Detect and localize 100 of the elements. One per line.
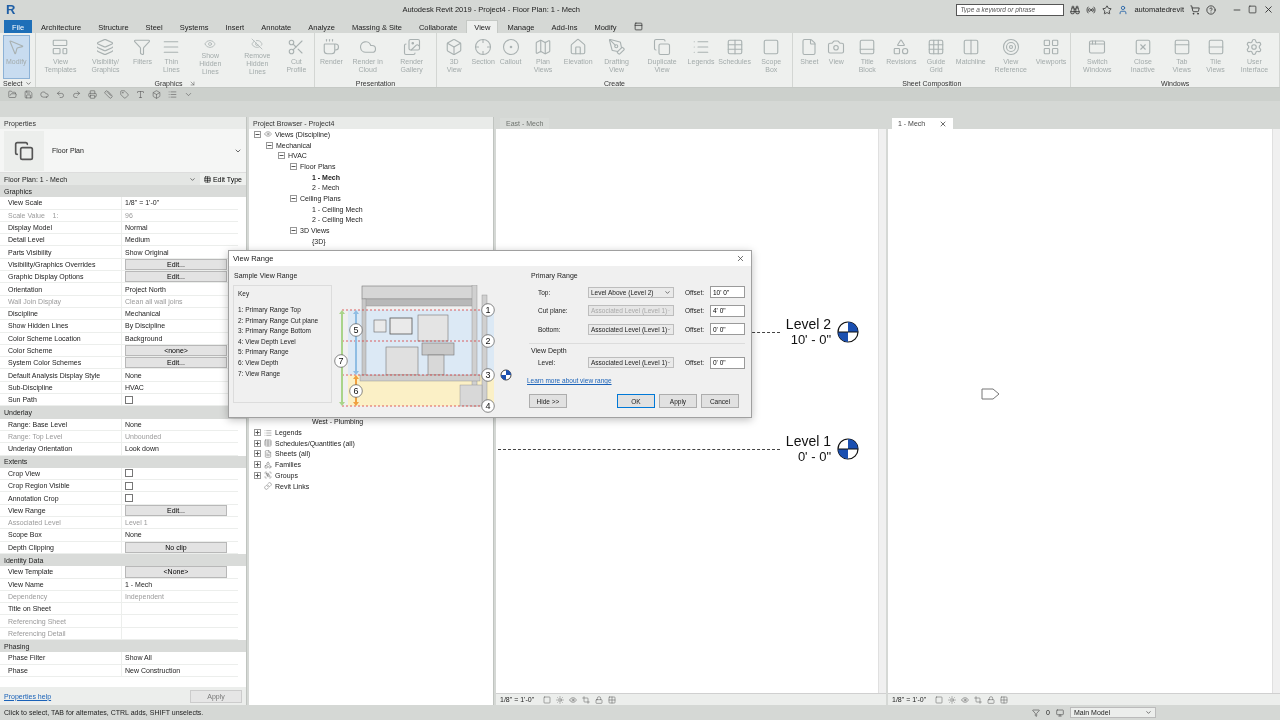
shapes-icon (892, 38, 911, 56)
tree-toggle[interactable] (254, 471, 261, 479)
dialog-launcher-icon[interactable] (189, 79, 197, 87)
tree-toggle[interactable] (254, 130, 261, 138)
layers-icon (96, 38, 115, 56)
square-icon[interactable] (935, 695, 944, 704)
range-marker: 1 (481, 303, 495, 317)
star-icon[interactable] (1102, 4, 1113, 15)
save-icon[interactable] (24, 90, 33, 99)
range-marker: 2 (481, 334, 495, 348)
window-icon (1088, 38, 1107, 56)
level-head-icon (837, 437, 859, 460)
undo-icon[interactable] (56, 90, 65, 99)
tree-toggle[interactable] (290, 194, 297, 202)
list-icon (692, 38, 711, 56)
close-icon[interactable] (1263, 4, 1274, 15)
range-marker: 4 (481, 399, 495, 413)
chevron-down-icon (664, 288, 671, 296)
app-logo: R (6, 2, 17, 17)
close-icon[interactable] (736, 254, 745, 263)
checkbox[interactable] (125, 469, 133, 478)
tree-toggle[interactable] (290, 227, 297, 235)
ruler-icon[interactable] (104, 90, 113, 99)
tree-toggle[interactable] (290, 162, 297, 170)
square-icon (762, 38, 781, 56)
checkbox[interactable] (125, 395, 133, 404)
chevron-down-icon[interactable] (25, 79, 33, 87)
list-icon (264, 428, 272, 437)
table-icon (203, 175, 211, 183)
map-icon (533, 38, 552, 56)
group-icon (264, 471, 272, 480)
tree-toggle[interactable] (254, 450, 261, 458)
tree-toggle[interactable] (254, 439, 261, 447)
maximize-icon[interactable] (1248, 5, 1257, 14)
lines-icon (162, 38, 181, 56)
binoculars-icon[interactable] (1070, 4, 1081, 15)
house-icon (569, 38, 588, 56)
link-icon (264, 482, 272, 491)
level-elevation: 10' - 0" (790, 332, 831, 347)
monitor-icon[interactable] (1056, 708, 1064, 717)
table-icon (264, 439, 272, 448)
level-name: Level 1 (785, 433, 831, 449)
eye-icon[interactable] (569, 695, 578, 704)
square-icon[interactable] (543, 695, 552, 704)
pointer-icon (7, 38, 26, 56)
cloud-icon (358, 38, 377, 56)
sun-icon[interactable] (948, 695, 957, 704)
file-icon (800, 38, 819, 56)
help-icon[interactable] (1206, 4, 1216, 15)
sun-icon[interactable] (556, 695, 565, 704)
rows-icon (1206, 38, 1225, 56)
level-symbol-icon (500, 369, 512, 381)
folder-icon[interactable] (8, 90, 17, 99)
range-marker: 6 (349, 384, 363, 398)
level-elevation: 0' - 0" (797, 449, 831, 464)
tree-toggle[interactable] (254, 461, 261, 469)
grid-icon[interactable] (608, 695, 617, 704)
checkbox[interactable] (125, 481, 133, 490)
elevation-tag-icon (981, 388, 1001, 400)
panel-icon (858, 38, 877, 56)
printer-icon[interactable] (88, 90, 97, 99)
square-x-icon (1133, 38, 1152, 56)
cube-icon[interactable] (152, 90, 161, 99)
crop-icon[interactable] (582, 695, 591, 704)
list-icon[interactable] (168, 90, 177, 99)
eye-icon[interactable] (961, 695, 970, 704)
target-icon (1001, 38, 1020, 56)
template-icon (51, 38, 70, 56)
cloud-icon[interactable] (40, 90, 49, 99)
filter-icon (133, 38, 152, 56)
checkbox[interactable] (125, 494, 133, 503)
lock-icon[interactable] (595, 695, 604, 704)
level-name: Level 2 (785, 316, 831, 332)
circle-dot-icon (501, 38, 520, 56)
crop-icon[interactable] (974, 695, 983, 704)
layout-grid-icon (1042, 38, 1060, 56)
tree-toggle[interactable] (254, 429, 261, 437)
text-icon[interactable] (136, 90, 145, 99)
sheet-icon (264, 449, 272, 458)
panel-top-icon (1172, 38, 1191, 56)
filter-icon[interactable] (1032, 708, 1041, 717)
range-marker: 3 (481, 368, 495, 382)
panel-toggle-icon[interactable] (633, 21, 643, 31)
grid-icon[interactable] (1000, 695, 1009, 704)
cart-icon[interactable] (1190, 4, 1200, 15)
user-icon[interactable] (1118, 4, 1129, 15)
tag-icon[interactable] (120, 90, 129, 99)
columns-icon (961, 38, 980, 56)
images-icon (402, 38, 421, 56)
table-icon (725, 38, 744, 56)
redo-icon[interactable] (72, 90, 81, 99)
range-marker: 7 (334, 354, 348, 368)
tree-toggle[interactable] (278, 152, 285, 160)
range-marker: 5 (349, 323, 363, 337)
close-icon[interactable] (939, 119, 948, 128)
broadcast-icon[interactable] (1086, 4, 1097, 15)
pen-icon (607, 38, 626, 56)
tree-toggle[interactable] (266, 141, 273, 149)
lock-icon[interactable] (987, 695, 996, 704)
cube-icon (445, 38, 464, 56)
